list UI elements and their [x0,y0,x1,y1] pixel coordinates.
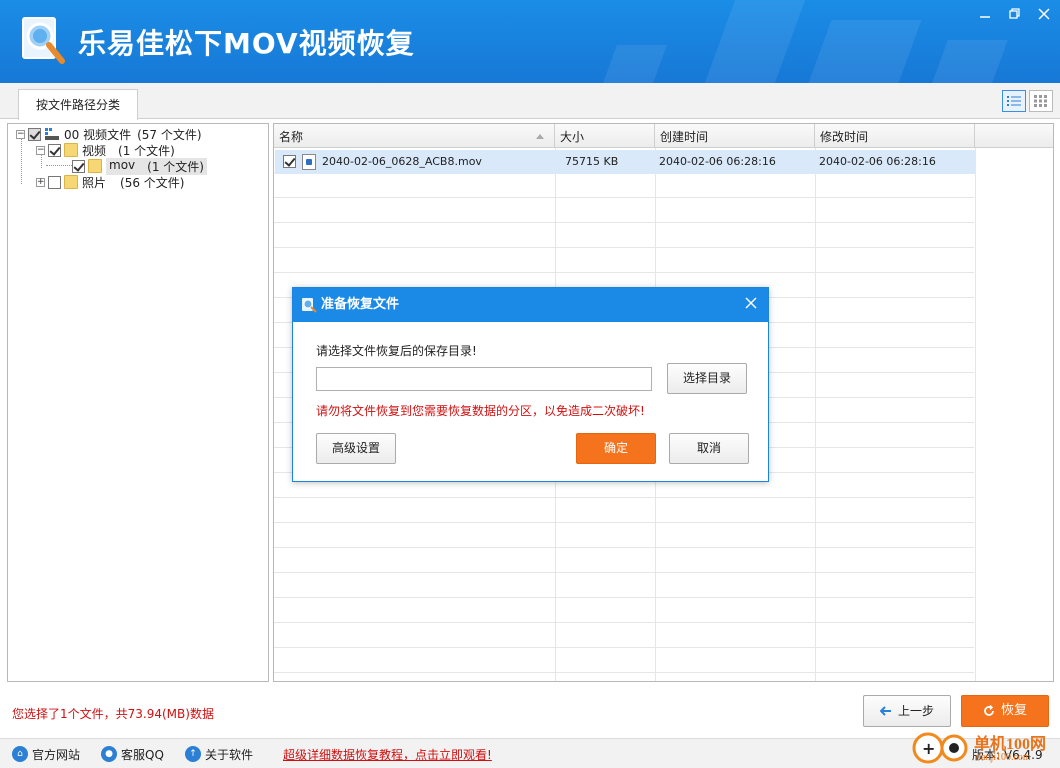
photo-label: 照片 [82,175,107,190]
prev-step-button[interactable]: 上一步 [863,695,951,727]
file-checkbox[interactable] [283,155,296,168]
tab-by-path[interactable]: 按文件路径分类 [18,89,138,120]
file-size: 75715 KB [565,155,619,168]
file-name: 2040-02-06_0628_ACB8.mov [322,155,482,168]
video-label: 视频 [82,143,107,158]
watermark-icon: + [912,732,968,764]
qq-link[interactable]: ● 客服QQ [101,745,164,763]
thumbnail-view-button[interactable] [1029,90,1053,112]
selection-status: 您选择了1个文件，共73.94(MB)数据 [12,707,214,721]
qq-icon: ● [101,746,117,762]
choose-dir-button[interactable]: 选择目录 [667,363,747,394]
footer: ⌂ 官方网站 ● 客服QQ ↑ 关于软件 超级详细数据恢复教程，点击立即观看! … [0,738,1060,768]
photo-count: (56 个文件) [120,175,185,190]
empty-row [274,223,974,248]
minimize-icon[interactable] [972,6,998,26]
save-path-input[interactable] [316,367,652,391]
watermark-domain: danji100.com [976,752,1031,763]
empty-row [274,498,974,523]
tutorial-link[interactable]: 超级详细数据恢复教程，点击立即观看! [283,746,492,763]
root-label: 00 视频文件 [64,127,132,142]
watermark-logo: + 单机100网 danji100.com [910,726,1060,768]
video-file-icon [302,154,316,170]
empty-row [274,523,974,548]
app-logo-icon [22,17,65,64]
home-icon: ⌂ [12,746,28,762]
photo-checkbox[interactable] [48,175,61,189]
list-view-button[interactable] [1002,90,1026,112]
list-view-icon [1007,96,1021,106]
mov-count: (1 个文件) [147,159,204,174]
collapse-icon[interactable]: − [36,145,45,155]
tree-node-photo[interactable]: + 照片 (56 个文件) [36,174,184,190]
info-icon: ↑ [185,746,201,762]
about-link[interactable]: ↑ 关于软件 [185,745,253,763]
tree-node-root[interactable]: − 00 视频文件 (57 个文件) [16,126,202,142]
file-modified: 2040-02-06 06:28:16 [819,155,936,168]
folder-tree[interactable]: − 00 视频文件 (57 个文件) − 视频 (1 个文件) mov (1 个… [7,123,269,682]
empty-row [274,648,974,673]
advanced-settings-button[interactable]: 高级设置 [316,433,396,464]
mov-label: mov [109,157,136,172]
tree-node-mov[interactable]: mov (1 个文件) [72,157,207,175]
grid-divider [975,148,976,681]
dialog-close-icon[interactable] [742,295,760,313]
collapse-icon[interactable]: − [16,129,25,139]
table-row[interactable]: 2040-02-06_0628_ACB8.mov 75715 KB 2040-0… [275,150,975,174]
col-header-modified[interactable]: 修改时间 [815,124,975,148]
video-count: (1 个文件) [118,143,175,158]
folder-icon [64,143,78,157]
grid-view-icon [1034,95,1047,107]
empty-row [274,548,974,573]
dialog-prompt: 请选择文件恢复后的保存目录! [316,344,477,358]
drive-icon [45,128,59,140]
arrow-left-icon [879,706,891,716]
watermark-text: 单机100网 [974,736,1047,753]
grid-divider [815,148,816,681]
file-created: 2040-02-06 06:28:16 [659,155,776,168]
empty-row [274,248,974,273]
empty-row [274,598,974,623]
dialog-warning: 请勿将文件恢复到您需要恢复数据的分区，以免造成二次破坏! [316,404,645,418]
sort-asc-icon [536,134,544,139]
folder-icon [64,175,78,189]
col-header-size[interactable]: 大小 [555,124,655,148]
recover-button[interactable]: 恢复 [961,695,1049,727]
close-icon[interactable] [1031,6,1057,26]
empty-row [274,198,974,223]
col-header-name[interactable]: 名称 [274,124,555,148]
app-logo-icon [302,298,317,313]
tree-node-video[interactable]: − 视频 (1 个文件) [36,142,175,158]
tab-bar: 按文件路径分类 [0,83,1060,120]
refresh-icon [984,705,994,716]
root-checkbox[interactable] [28,127,41,141]
video-checkbox[interactable] [48,143,61,157]
title-bar: 乐易佳松下MOV视频恢复 [0,0,1060,83]
restore-icon[interactable] [1002,6,1028,26]
cancel-button[interactable]: 取消 [669,433,749,464]
folder-icon [88,159,102,173]
mov-checkbox[interactable] [72,159,85,173]
dialog-title-bar: 准备恢复文件 [293,288,768,322]
list-header: 名称 大小 创建时间 修改时间 [274,124,1053,148]
empty-row [274,623,974,648]
dialog-title: 准备恢复文件 [321,297,400,312]
recover-dialog: 准备恢复文件 请选择文件恢复后的保存目录! 选择目录 请勿将文件恢复到您需要恢复… [292,287,769,482]
empty-row [274,573,974,598]
root-count: (57 个文件) [137,127,202,142]
expand-icon[interactable]: + [36,177,45,187]
empty-row [274,173,974,198]
svg-text:+: + [922,739,935,758]
website-link[interactable]: ⌂ 官方网站 [12,745,80,763]
app-title: 乐易佳松下MOV视频恢复 [78,27,415,60]
ok-button[interactable]: 确定 [576,433,656,464]
col-header-created[interactable]: 创建时间 [655,124,815,148]
